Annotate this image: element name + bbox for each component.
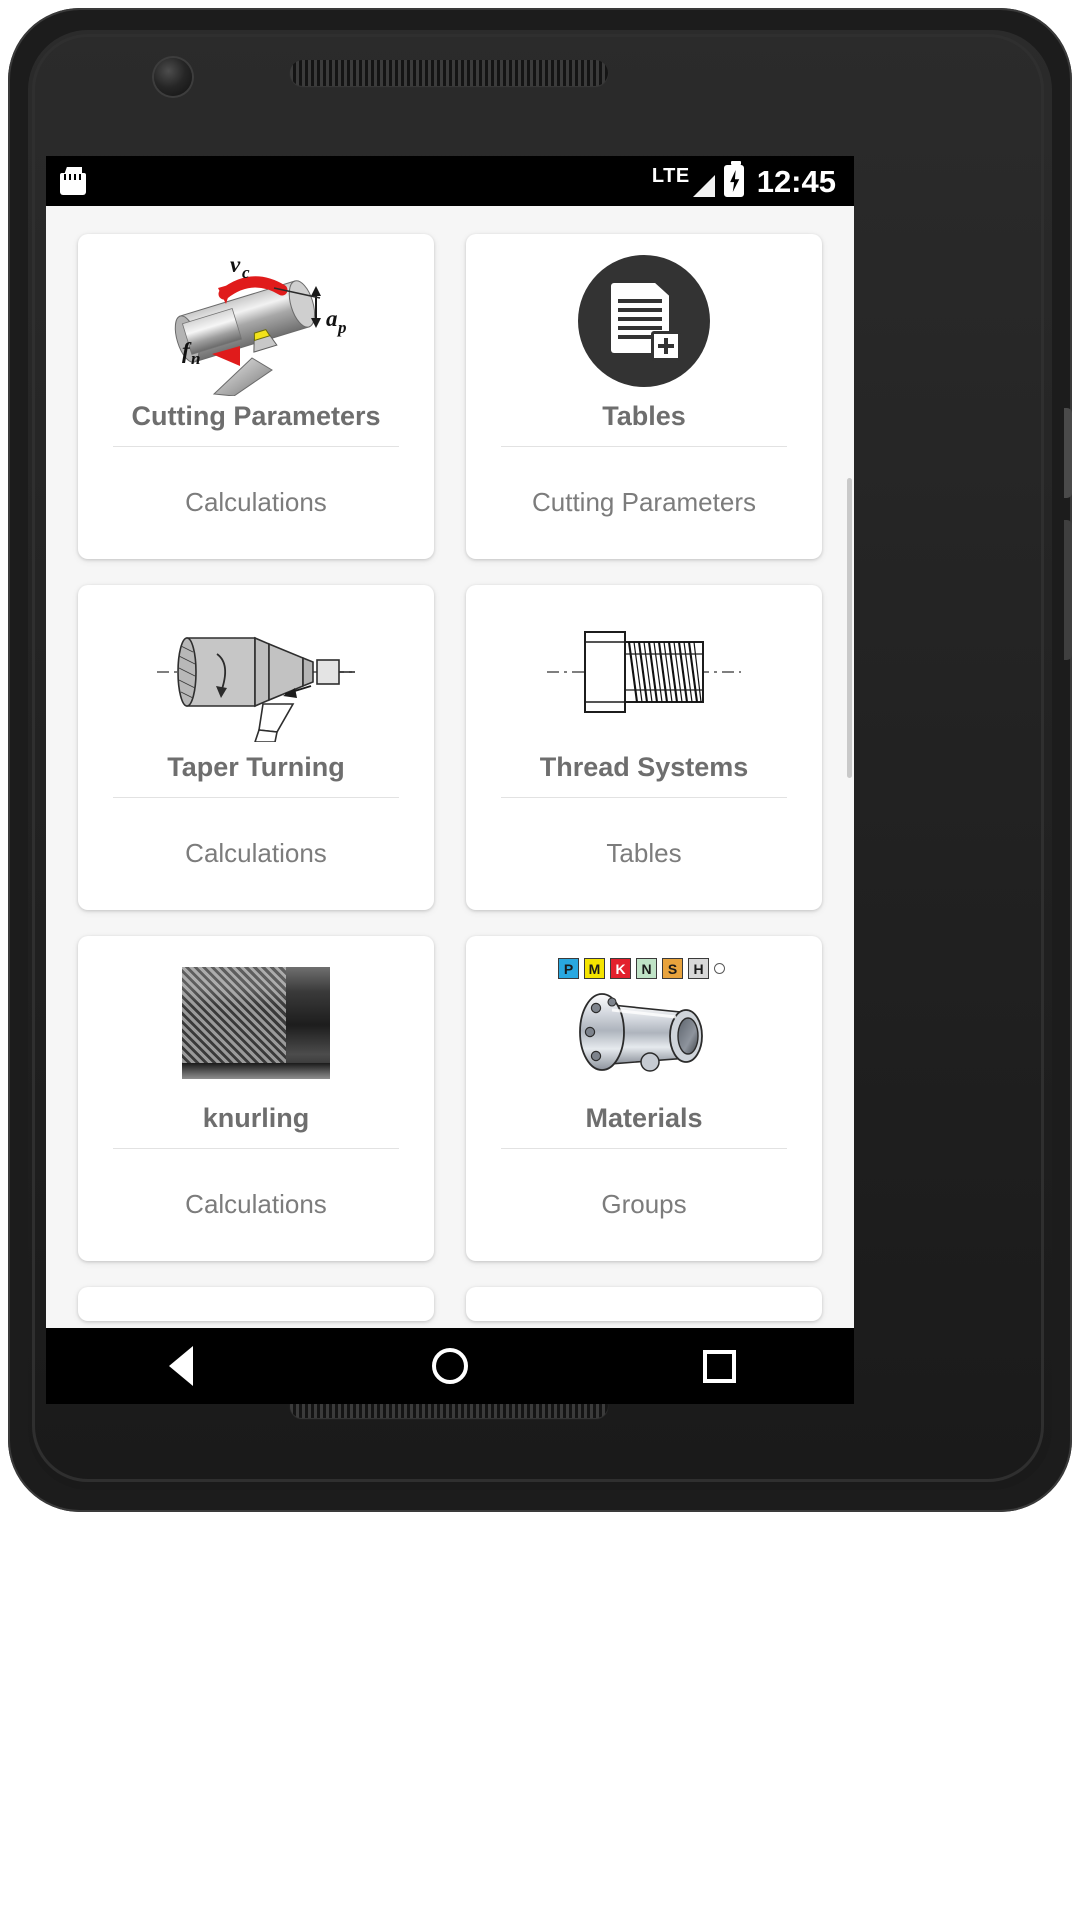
tile-title: Thread Systems <box>539 752 749 782</box>
tile-thread-systems[interactable]: Thread Systems Tables <box>466 585 822 910</box>
nav-home-button[interactable] <box>390 1328 510 1404</box>
tile-next-row-right-partial[interactable] <box>466 1287 822 1321</box>
iso-chip-k: K <box>610 958 631 979</box>
tile-tables[interactable]: Tables Cutting Parameters <box>466 234 822 559</box>
iso-group-chips: P M K N S H <box>558 958 725 979</box>
sd-card-icon <box>60 167 86 195</box>
nav-back-button[interactable] <box>121 1328 241 1404</box>
status-bar-clock: 12:45 <box>756 163 836 199</box>
status-bar: LTE 12:45 <box>46 156 854 206</box>
device-screen: LTE 12:45 v c a p f n Cutting Parameters… <box>46 156 854 1404</box>
nav-recents-button[interactable] <box>659 1328 779 1404</box>
front-camera-icon <box>154 58 192 96</box>
iso-chip-p: P <box>558 958 579 979</box>
iso-chip-m: M <box>584 958 605 979</box>
tile-title: Taper Turning <box>167 752 345 782</box>
tile-subtitle: Calculations <box>185 487 327 518</box>
tile-title: knurling <box>202 1103 310 1133</box>
android-navigation-bar <box>46 1328 854 1404</box>
iso-chip-s: S <box>662 958 683 979</box>
thread-profile-diagram <box>466 585 822 753</box>
tile-subtitle: Calculations <box>185 1189 327 1220</box>
tile-cutting-parameters[interactable]: v c a p f n Cutting Parameters Calculati… <box>78 234 434 559</box>
svg-text:a: a <box>326 306 338 331</box>
taper-turning-diagram <box>78 585 434 753</box>
knurled-shaft-photo <box>78 936 434 1104</box>
svg-text:p: p <box>336 318 347 337</box>
turning-cutting-parameters-diagram: v c a p f n <box>78 234 434 402</box>
iso-material-groups-chuck-icon: P M K N S H <box>466 936 822 1104</box>
tile-taper-turning[interactable]: Taper Turning Calculations <box>78 585 434 910</box>
earpiece-speaker-grille <box>290 60 608 86</box>
svg-text:n: n <box>191 349 200 368</box>
tile-title: Cutting Parameters <box>131 401 381 431</box>
battery-charging-icon <box>723 161 744 197</box>
network-type-label: LTE <box>651 164 690 187</box>
phone-frame: LTE 12:45 v c a p f n Cutting Parameters… <box>8 8 1072 1512</box>
tile-title: Materials <box>585 1103 703 1133</box>
tile-next-row-left-partial[interactable] <box>78 1287 434 1321</box>
iso-chip-n: N <box>636 958 657 979</box>
tile-title: Tables <box>602 401 686 431</box>
status-bar-left <box>60 167 86 195</box>
power-button[interactable] <box>1064 408 1072 498</box>
tile-subtitle: Groups <box>601 1189 687 1220</box>
svg-text:c: c <box>242 263 250 282</box>
document-add-circle-icon <box>466 234 822 402</box>
vertical-scrollbar[interactable] <box>847 478 852 778</box>
app-content-area: v c a p f n Cutting Parameters Calculati… <box>46 206 854 1404</box>
svg-text:v: v <box>230 252 241 277</box>
tile-grid: v c a p f n Cutting Parameters Calculati… <box>46 206 854 1321</box>
tile-subtitle: Cutting Parameters <box>532 487 756 518</box>
status-bar-right: LTE 12:45 <box>652 161 836 199</box>
signal-bars-icon: LTE <box>652 166 715 197</box>
tile-subtitle: Tables <box>606 838 682 869</box>
iso-chip-extra-dot <box>714 963 725 974</box>
tile-materials[interactable]: P M K N S H Materials Groups <box>466 936 822 1261</box>
iso-chip-h: H <box>688 958 709 979</box>
tile-knurling[interactable]: knurling Calculations <box>78 936 434 1261</box>
volume-button[interactable] <box>1064 520 1072 660</box>
tile-subtitle: Calculations <box>185 838 327 869</box>
